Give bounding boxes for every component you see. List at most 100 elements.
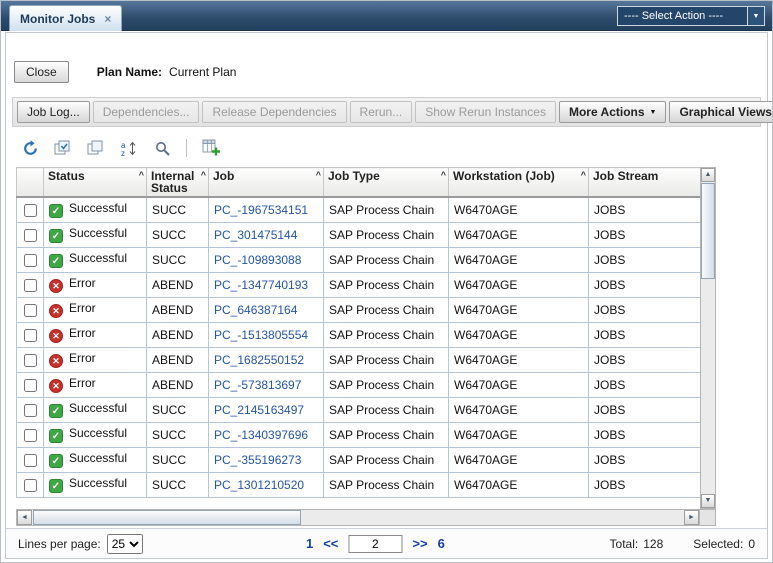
status-cell: ✓Successful	[44, 197, 147, 222]
row-checkbox[interactable]	[24, 404, 37, 417]
job-type-cell: SAP Process Chain	[324, 247, 449, 272]
toolbar-button-release-dependencies: Release Dependencies	[202, 101, 346, 123]
toolbar-separator	[186, 139, 187, 157]
vertical-scroll-thumb[interactable]	[701, 183, 715, 279]
page-first-link[interactable]: 1	[306, 536, 313, 551]
refresh-icon[interactable]	[18, 136, 42, 160]
job-link[interactable]: PC_1301210520	[214, 478, 304, 492]
job-type-cell: SAP Process Chain	[324, 397, 449, 422]
workstation-cell: W6470AGE	[449, 472, 589, 497]
row-select-cell	[17, 397, 44, 422]
status-cell: ✓Successful	[44, 222, 147, 247]
column-header-job-type[interactable]: Job Type^	[324, 168, 449, 198]
deselect-all-icon[interactable]	[84, 136, 108, 160]
toolbar-button-graphical-views[interactable]: Graphical Views▼	[669, 101, 773, 123]
job-type-cell: SAP Process Chain	[324, 372, 449, 397]
job-type-cell: SAP Process Chain	[324, 422, 449, 447]
job-link[interactable]: PC_646387164	[214, 303, 297, 317]
job-link[interactable]: PC_-355196273	[214, 453, 301, 467]
row-checkbox[interactable]	[24, 204, 37, 217]
total-value: 128	[643, 537, 663, 551]
job-link[interactable]: PC_1682550152	[214, 353, 304, 367]
success-status-icon: ✓	[49, 429, 63, 443]
internal-status-cell: SUCC	[147, 447, 209, 472]
job-stream-cell: JOBS	[589, 272, 701, 297]
workstation-cell: W6470AGE	[449, 397, 589, 422]
row-checkbox[interactable]	[24, 304, 37, 317]
select-all-icon[interactable]	[51, 136, 75, 160]
table-row: ✕ErrorABENDPC_1682550152SAP Process Chai…	[17, 347, 701, 372]
internal-status-cell: ABEND	[147, 322, 209, 347]
toolbar-button-more-actions[interactable]: More Actions▼	[559, 101, 667, 123]
sort-caret-icon: ^	[316, 169, 321, 181]
row-select-cell	[17, 447, 44, 472]
row-select-cell	[17, 297, 44, 322]
scroll-up-icon[interactable]: ▲	[701, 168, 715, 182]
success-status-icon: ✓	[49, 479, 63, 493]
row-checkbox[interactable]	[24, 329, 37, 342]
job-link[interactable]: PC_-1513805554	[214, 328, 308, 342]
job-stream-cell: JOBS	[589, 372, 701, 397]
column-header-internal-status[interactable]: Internal Status^	[147, 168, 209, 198]
toolbar-button-dependencies: Dependencies...	[93, 101, 200, 123]
table-row: ✓SuccessfulSUCCPC_2145163497SAP Process …	[17, 397, 701, 422]
page-prev-link[interactable]: <<	[323, 536, 338, 551]
row-checkbox[interactable]	[24, 254, 37, 267]
job-cell: PC_-1340397696	[209, 422, 324, 447]
column-header-status[interactable]: Status^	[44, 168, 147, 198]
selected-value: 0	[748, 537, 755, 551]
job-stream-cell: JOBS	[589, 247, 701, 272]
row-checkbox[interactable]	[24, 479, 37, 492]
row-checkbox[interactable]	[24, 454, 37, 467]
workstation-cell: W6470AGE	[449, 297, 589, 322]
row-select-cell	[17, 272, 44, 297]
job-stream-cell: JOBS	[589, 422, 701, 447]
table-plus-icon[interactable]	[199, 136, 223, 160]
column-header-select	[17, 168, 44, 198]
row-checkbox[interactable]	[24, 354, 37, 367]
job-link[interactable]: PC_-1340397696	[214, 428, 308, 442]
tab-close-icon[interactable]: ×	[104, 14, 111, 24]
job-stream-cell: JOBS	[589, 322, 701, 347]
job-link[interactable]: PC_-1967534151	[214, 203, 308, 217]
table-row: ✕ErrorABENDPC_-1347740193SAP Process Cha…	[17, 272, 701, 297]
close-button[interactable]: Close	[14, 61, 69, 83]
tab-monitor-jobs[interactable]: Monitor Jobs ×	[9, 5, 122, 31]
page-next-link[interactable]: >>	[412, 536, 427, 551]
jobs-table-container: Status^Internal Status^Job^Job Type^Work…	[16, 167, 716, 509]
select-action-dropdown[interactable]: ---- Select Action ---- ▼	[617, 6, 765, 26]
page-last-link[interactable]: 6	[438, 536, 445, 551]
row-checkbox[interactable]	[24, 429, 37, 442]
job-link[interactable]: PC_-573813697	[214, 378, 301, 392]
horizontal-scrollbar[interactable]: ◄ ►	[16, 509, 700, 526]
column-header-workstation-job[interactable]: Workstation (Job)^	[449, 168, 589, 198]
action-toolbar: Job Log...Dependencies...Release Depende…	[12, 97, 761, 127]
job-stream-cell: JOBS	[589, 397, 701, 422]
lines-per-page-select[interactable]: 25	[107, 534, 143, 554]
table-header-row: Status^Internal Status^Job^Job Type^Work…	[17, 168, 701, 198]
scroll-left-icon[interactable]: ◄	[17, 510, 32, 525]
status-cell: ✓Successful	[44, 397, 147, 422]
job-link[interactable]: PC_301475144	[214, 228, 297, 242]
row-checkbox[interactable]	[24, 379, 37, 392]
column-header-job[interactable]: Job^	[209, 168, 324, 198]
row-checkbox[interactable]	[24, 229, 37, 242]
row-checkbox[interactable]	[24, 279, 37, 292]
jobs-table: Status^Internal Status^Job^Job Type^Work…	[16, 167, 701, 498]
scroll-down-icon[interactable]: ▼	[701, 494, 715, 508]
search-icon[interactable]	[150, 136, 174, 160]
icon-toolbar: az	[18, 135, 223, 161]
job-link[interactable]: PC_-1347740193	[214, 278, 308, 292]
job-stream-cell: JOBS	[589, 197, 701, 222]
table-row: ✕ErrorABENDPC_646387164SAP Process Chain…	[17, 297, 701, 322]
vertical-scrollbar[interactable]: ▲ ▼	[700, 167, 716, 509]
status-cell: ✓Successful	[44, 472, 147, 497]
toolbar-button-job-log[interactable]: Job Log...	[17, 101, 90, 123]
job-link[interactable]: PC_2145163497	[214, 403, 304, 417]
current-page-input[interactable]	[348, 535, 402, 553]
horizontal-scroll-thumb[interactable]	[33, 510, 301, 525]
sort-icon[interactable]: az	[117, 136, 141, 160]
scroll-right-icon[interactable]: ►	[684, 510, 699, 525]
internal-status-cell: ABEND	[147, 347, 209, 372]
job-link[interactable]: PC_-109893088	[214, 253, 301, 267]
